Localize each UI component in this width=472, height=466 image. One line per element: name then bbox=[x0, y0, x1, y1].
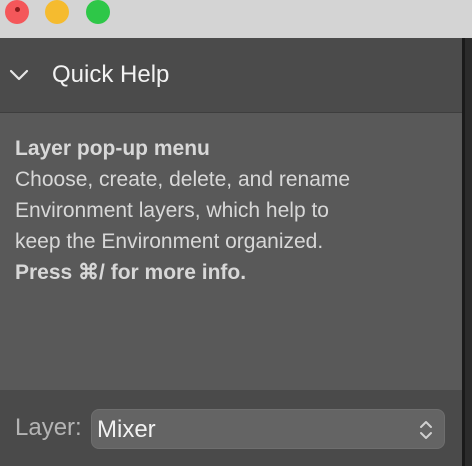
app-window: Quick Help Layer pop-up menu Choose, cre… bbox=[0, 0, 472, 466]
quick-help-panel: Quick Help Layer pop-up menu Choose, cre… bbox=[0, 38, 462, 466]
zoom-window-button[interactable] bbox=[86, 0, 110, 24]
help-text-line: keep the Environment organized. bbox=[15, 230, 324, 253]
adjacent-pane-edge bbox=[462, 38, 472, 466]
chevron-down-icon[interactable] bbox=[9, 65, 29, 85]
layer-selected-value: Mixer bbox=[97, 416, 156, 443]
close-window-button[interactable] bbox=[5, 0, 29, 24]
quick-help-header[interactable]: Quick Help bbox=[0, 38, 462, 113]
help-shortcut-hint: Press ⌘/ for more info. bbox=[15, 261, 247, 284]
help-text-line: Choose, create, delete, and rename bbox=[15, 168, 351, 191]
updown-chevrons-icon bbox=[420, 421, 432, 439]
layer-label: Layer: bbox=[15, 414, 82, 441]
help-heading: Layer pop-up menu bbox=[15, 137, 210, 160]
help-text-line: Environment layers, which help to bbox=[15, 199, 329, 222]
quick-help-content: Layer pop-up menu Choose, create, delete… bbox=[15, 133, 455, 288]
quick-help-title: Quick Help bbox=[52, 61, 170, 88]
minimize-window-button[interactable] bbox=[45, 0, 69, 24]
layer-footer: Layer: Mixer bbox=[0, 390, 462, 466]
title-bar bbox=[0, 0, 472, 38]
layer-popup-menu[interactable]: Mixer bbox=[91, 409, 445, 449]
